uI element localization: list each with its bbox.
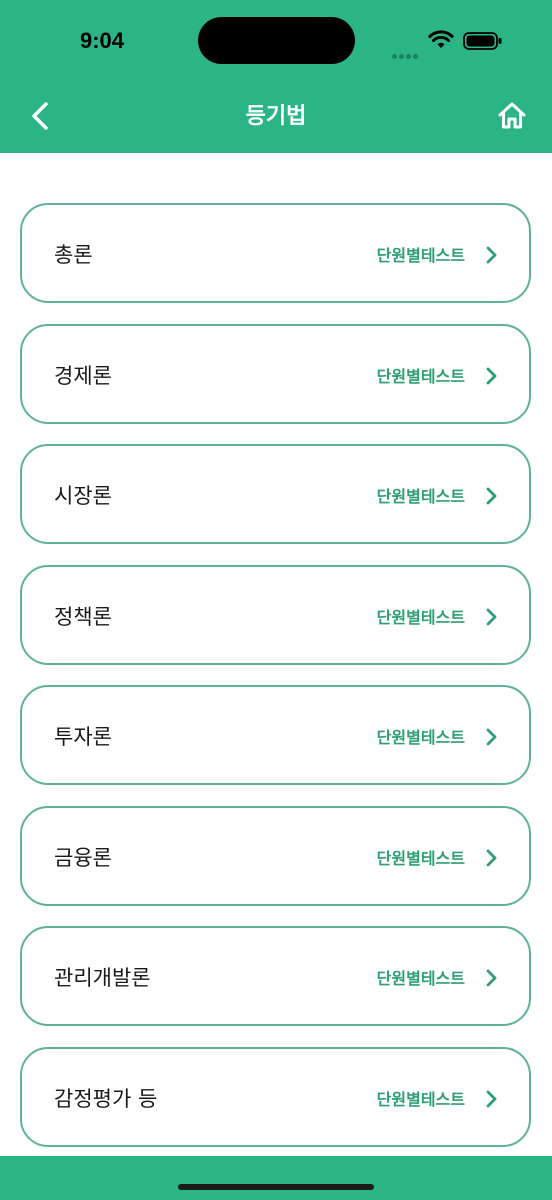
chevron-right-icon bbox=[486, 608, 497, 625]
unit-test-link[interactable]: 단원별테스트 bbox=[377, 242, 465, 266]
bottom-bar bbox=[0, 1156, 552, 1200]
status-time: 9:04 bbox=[80, 28, 125, 53]
chevron-right-icon bbox=[486, 728, 497, 746]
list-item[interactable]: 투자론 단원별테스트 bbox=[20, 685, 531, 785]
list-item[interactable]: 관리개발론 단원별테스트 bbox=[20, 926, 531, 1026]
cellular-signal-icon bbox=[392, 44, 420, 63]
status-bar: 9:04 bbox=[0, 0, 552, 80]
list-item[interactable]: 정책론 단원별테스트 bbox=[20, 564, 531, 665]
dynamic-island bbox=[198, 17, 355, 64]
page-title: 등기법 bbox=[245, 104, 307, 129]
item-title: 감정평가 등 bbox=[54, 1086, 158, 1111]
chapter-list: 총론 단원별테스트 경제론 단원별테스트 시장론 단원별테스트 정책론 단원별테… bbox=[20, 203, 532, 1167]
unit-test-link[interactable]: 단원별테스트 bbox=[377, 483, 465, 507]
home-indicator[interactable] bbox=[178, 1184, 374, 1190]
unit-test-link[interactable]: 단원별테스트 bbox=[377, 845, 465, 869]
item-title: 경제론 bbox=[54, 363, 112, 388]
item-title: 관리개발론 bbox=[54, 966, 151, 990]
item-title: 투자론 bbox=[54, 725, 112, 749]
list-item[interactable]: 감정평가 등 단원별테스트 bbox=[20, 1046, 531, 1147]
battery-icon bbox=[463, 32, 502, 50]
home-button[interactable] bbox=[494, 98, 530, 134]
unit-test-link[interactable]: 단원별테스트 bbox=[377, 965, 465, 989]
unit-test-link[interactable]: 단원별테스트 bbox=[377, 724, 465, 748]
item-title: 금융론 bbox=[54, 845, 112, 870]
chevron-right-icon bbox=[486, 969, 497, 987]
unit-test-link[interactable]: 단원별테스트 bbox=[377, 363, 465, 387]
chevron-right-icon bbox=[486, 246, 497, 264]
list-item[interactable]: 시장론 단원별테스트 bbox=[20, 444, 531, 544]
nav-bar: 등기법 bbox=[0, 80, 552, 153]
chevron-right-icon bbox=[486, 849, 497, 866]
item-title: 총론 bbox=[54, 243, 93, 267]
list-item[interactable]: 경제론 단원별테스트 bbox=[20, 323, 531, 424]
list-item[interactable]: 금융론 단원별테스트 bbox=[20, 805, 531, 906]
item-title: 정책론 bbox=[54, 604, 112, 629]
unit-test-link[interactable]: 단원별테스트 bbox=[377, 1086, 465, 1110]
chevron-right-icon bbox=[486, 367, 497, 384]
chevron-right-icon bbox=[486, 487, 497, 505]
unit-test-link[interactable]: 단원별테스트 bbox=[377, 604, 465, 628]
chevron-right-icon bbox=[486, 1090, 497, 1107]
list-item[interactable]: 총론 단원별테스트 bbox=[20, 203, 531, 303]
item-title: 시장론 bbox=[54, 484, 112, 508]
wifi-icon bbox=[428, 30, 454, 48]
